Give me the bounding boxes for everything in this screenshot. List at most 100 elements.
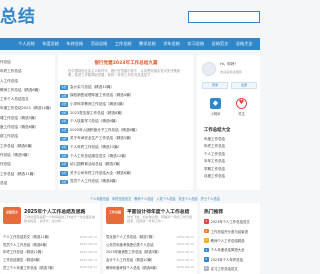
tag-link[interactable]: 护士个人总结 bbox=[201, 196, 220, 201]
card-thumbnail[interactable]: 总结范文 bbox=[3, 207, 21, 224]
list-item-text: 保险销售经理年度工作总结（精选4篇） bbox=[70, 93, 134, 98]
list-item[interactable]: 总结 个人年终工作总结（精选12篇） bbox=[60, 143, 190, 152]
nav-item[interactable]: 学年总结 bbox=[163, 41, 187, 47]
tag-links: 个人年度总结 年终总结范文 教师个人总结 入党个人总结 安全个人总结 护士个人总… bbox=[90, 196, 260, 201]
list-item[interactable]: 年度工作总结2023（精选10篇） bbox=[0, 104, 55, 113]
list-item[interactable]: 总结 2025年入团积极分子工作总结（精选6篇） bbox=[60, 126, 190, 135]
list-item[interactable]: 教师工作总结（精选6篇） bbox=[0, 86, 55, 95]
tag-link[interactable]: 个人年度总结 bbox=[90, 196, 109, 201]
login-button[interactable]: 登录 bbox=[202, 82, 228, 89]
user-subtext: 欢迎来到总结网 bbox=[220, 70, 242, 74]
list-item[interactable]: 总结 会计实习总结（精选10篇） bbox=[60, 83, 190, 92]
list-item[interactable]: 总结 关于车间安全生产工作总结（精选5篇） bbox=[60, 135, 190, 144]
category-badge: 总结 bbox=[60, 102, 68, 107]
item-text: 党支部个人工作总结（精选7篇） bbox=[106, 235, 156, 240]
list-item[interactable]: 个人工作总结 bbox=[204, 151, 259, 158]
list-item[interactable]: 工作总结（精选6篇） bbox=[0, 142, 55, 151]
card-thumbnail[interactable]: 工作总结 bbox=[106, 207, 124, 224]
list-item[interactable]: 月度工作总结 bbox=[204, 173, 259, 180]
tag-link[interactable]: 入党个人总结 bbox=[156, 196, 175, 201]
follow-icon[interactable]: ♥ bbox=[236, 98, 247, 109]
item-date: 2025-08-12 bbox=[176, 234, 194, 239]
card-title[interactable]: 2025年个人工作总结及思路 bbox=[24, 208, 85, 215]
list-item[interactable]: 党员个人工作总结（精选8篇） 2025-08-12 bbox=[3, 241, 97, 249]
search-input[interactable] bbox=[188, 11, 260, 23]
list-item[interactable]: 总结 bbox=[0, 179, 55, 188]
site-logo[interactable]: 总结 bbox=[0, 6, 36, 28]
list-item[interactable]: 年终工作总结 bbox=[0, 67, 55, 76]
list-item[interactable]: 作总结 bbox=[0, 160, 55, 169]
list-item[interactable]: 年终工作总结（精选12篇） 2025-08-12 bbox=[3, 248, 97, 256]
card-title[interactable]: 平面设计师年度个人工作总结 bbox=[127, 208, 189, 215]
list-item[interactable]: 总结 个人工作总结报告范文（精选12篇） bbox=[60, 152, 190, 161]
list-item[interactable]: 年度工作总结 bbox=[204, 136, 259, 143]
item-text: 工作总结开头语与结束语 bbox=[210, 229, 248, 234]
list-item[interactable]: 部工作总结 bbox=[0, 132, 55, 141]
list-item[interactable]: 4 个人年度总结简短大全 bbox=[204, 245, 258, 254]
register-button[interactable]: 注册 bbox=[231, 82, 257, 89]
user-greeting: Hi，你好！ bbox=[220, 62, 239, 66]
item-text: 2023年个人年终总结 bbox=[210, 257, 243, 262]
list-item[interactable]: 作总结 bbox=[0, 58, 55, 67]
list-item[interactable]: 2023年度销售工作总结（精选5篇） 2025-08-11 bbox=[106, 248, 194, 256]
list-item[interactable]: 作总结（精选9篇） bbox=[0, 151, 55, 160]
right-box-title: 工作总结大全 bbox=[204, 128, 231, 133]
item-text: 年终工作总结（精选12篇） bbox=[3, 250, 45, 255]
list-item[interactable]: 党支部个人工作总结（精选7篇） 2025-08-12 bbox=[106, 233, 194, 241]
list-item[interactable]: 会计个人工作总结（精选10篇） 2025-08-11 bbox=[106, 256, 194, 264]
list-item[interactable]: 度工作总结（精选6篇） bbox=[0, 123, 55, 132]
nav-item[interactable]: 教学总结 bbox=[139, 41, 163, 47]
category-badge: 总结 bbox=[60, 85, 68, 90]
nav-item[interactable]: 工作总结 bbox=[115, 41, 139, 47]
nav-item[interactable]: 年终总结 bbox=[66, 41, 90, 47]
list-item[interactable]: 总结 关于公司年终工作总结大全（精选6篇） bbox=[60, 169, 190, 178]
list-item-text: 2023党支部工作总结（精选8篇） bbox=[70, 110, 125, 115]
list-item[interactable]: 人工作总结 bbox=[0, 77, 55, 86]
tag-link[interactable]: 安全个人总结 bbox=[179, 196, 198, 201]
list-item[interactable]: 学期工作总结 bbox=[204, 166, 259, 173]
list-item-text: 小学科学教师工作总结（精选5篇） bbox=[70, 101, 127, 106]
list-item[interactable]: 个人工作总结范文（精选11篇） 2025-08-12 bbox=[3, 233, 97, 241]
nav-item[interactable]: 年度总结 bbox=[42, 41, 66, 47]
item-date: 2025-08-11 bbox=[79, 257, 97, 262]
list-item[interactable]: 总结 保险销售经理年度工作总结（精选4篇） bbox=[60, 92, 190, 101]
avatar[interactable] bbox=[202, 62, 216, 76]
nav-item[interactable]: 活动总结 bbox=[91, 41, 115, 47]
list-item[interactable]: 年终工作总结 bbox=[204, 143, 259, 150]
list-item-text: 个人年终工作总结（精选12篇） bbox=[70, 144, 122, 149]
list-item[interactable]: 工作个人总结范文 bbox=[0, 95, 55, 104]
list-item[interactable]: 总结 个人技能学习总结（精选6篇） bbox=[60, 117, 190, 126]
list-item[interactable]: 工作总结报告（精选8篇） 2025-08-11 bbox=[3, 256, 97, 264]
tag-link[interactable]: 教师个人总结 bbox=[134, 196, 153, 201]
list-item[interactable]: 总结 幼儿园教育活动总结（精选5篇） bbox=[60, 160, 190, 169]
item-date: 2025-08-11 bbox=[79, 265, 97, 270]
nav-item[interactable]: 实习总结 bbox=[187, 41, 211, 47]
list-item[interactable]: 教师年度考核个人总结（精选6篇） 2025-08-10 bbox=[106, 263, 194, 271]
list-item[interactable]: 2 工作总结开头语与结束语 bbox=[204, 226, 258, 235]
tag-link[interactable]: 年终总结范文 bbox=[112, 196, 131, 201]
mini-program-icon[interactable]: ◆ bbox=[210, 98, 221, 109]
list-item[interactable]: 1 2023年个人工作总结范文 bbox=[204, 217, 258, 226]
list-item[interactable]: 5 2023年个人年终总结 bbox=[204, 255, 258, 264]
nav-item[interactable]: 总结大全 bbox=[236, 41, 260, 47]
list-item[interactable]: 员工个人年度工作总结（精选7篇） 2025-08-11 bbox=[3, 263, 97, 271]
list-item-text: 个人技能学习总结（精选6篇） bbox=[70, 119, 120, 124]
item-text: 员工个人年度工作总结（精选7篇） bbox=[3, 265, 57, 270]
list-item[interactable]: 6 实习工作总结范文 bbox=[204, 264, 258, 273]
list-item[interactable]: 课工作总结（精选5篇） bbox=[0, 114, 55, 123]
nav-item[interactable]: 个人总结 bbox=[18, 41, 42, 47]
list-item[interactable]: 3 教师个人工作总结精选 bbox=[204, 236, 258, 245]
rank-number: 4 bbox=[204, 247, 209, 253]
list-item[interactable]: 公务员年度考核登记表个人总结 2025-08-12 bbox=[106, 241, 194, 249]
list-item[interactable]: 工作总结（精选11篇） bbox=[0, 170, 55, 179]
list-item[interactable]: 总结 党员个人工作总结（精选8篇） bbox=[60, 178, 190, 187]
list-item[interactable]: 半年工作总结 bbox=[204, 158, 259, 165]
nav-item[interactable]: 总结范文 bbox=[212, 41, 236, 47]
list-item[interactable]: 总结 2023党支部工作总结（精选8篇） bbox=[60, 109, 190, 118]
list-item-text: 关于车间安全生产工作总结（精选5篇） bbox=[70, 136, 134, 141]
center-article-list: 总结 会计实习总结（精选10篇） 总结 保险销售经理年度工作总结（精选4篇） 总结小… bbox=[60, 83, 190, 186]
list-item-text: 2025年入团积极分子工作总结（精选6篇） bbox=[70, 127, 139, 132]
item-text: 会计个人工作总结（精选10篇） bbox=[106, 258, 155, 263]
list-item[interactable]: 总结 小学科学教师工作总结（精选5篇） bbox=[60, 100, 190, 109]
featured-title[interactable]: 银行党建2023年工作总结九篇 bbox=[70, 60, 182, 66]
